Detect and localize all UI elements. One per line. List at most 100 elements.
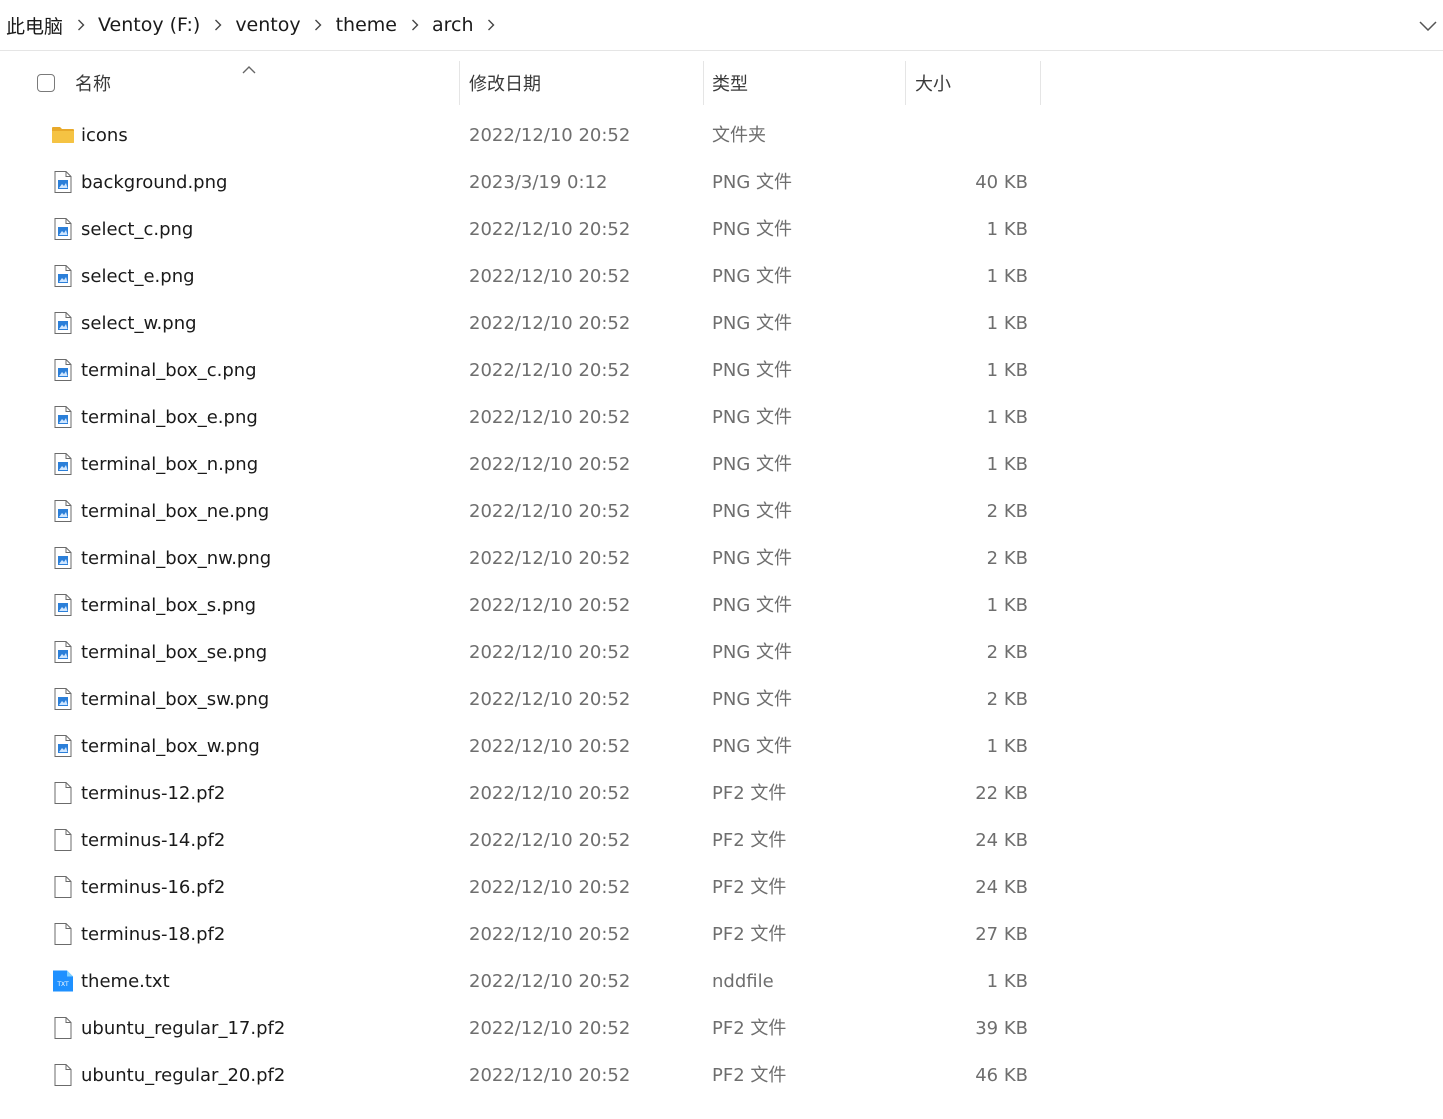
address-history-dropdown-button[interactable]: [1415, 12, 1441, 38]
file-name[interactable]: select_w.png: [81, 300, 197, 347]
file-name[interactable]: terminal_box_ne.png: [81, 488, 269, 535]
blank-file-icon: [51, 781, 75, 805]
file-name[interactable]: select_c.png: [81, 206, 193, 253]
file-row[interactable]: terminal_box_se.png 2022/12/10 20:52 PNG 文…: [0, 629, 1040, 676]
file-name[interactable]: ubuntu_regular_17.pf2: [81, 1005, 285, 1052]
file-size: 24 KB: [975, 830, 1028, 851]
file-modified-date: 2023/3/19 0:12: [469, 172, 608, 193]
column-header-type[interactable]: 类型: [712, 61, 905, 105]
file-size: 1 KB: [986, 454, 1028, 475]
breadcrumb-item-theme[interactable]: theme: [334, 14, 399, 36]
file-row[interactable]: background.png 2023/3/19 0:12 PNG 文件 40 KB: [0, 159, 1040, 206]
chevron-right-icon[interactable]: [65, 0, 96, 51]
file-row[interactable]: terminal_box_n.png 2022/12/10 20:52 PNG 文件…: [0, 441, 1040, 488]
chevron-right-icon[interactable]: [476, 0, 507, 51]
file-size: 1 KB: [986, 595, 1028, 616]
chevron-right-icon[interactable]: [303, 0, 334, 51]
file-modified-date: 2022/12/10 20:52: [469, 501, 631, 522]
breadcrumb: 此电脑 Ventoy (F:) ventoy theme arch: [0, 0, 507, 50]
column-divider[interactable]: [1040, 61, 1041, 105]
file-name[interactable]: icons: [81, 112, 128, 159]
chevron-right-icon[interactable]: [399, 0, 430, 51]
file-modified-date: 2022/12/10 20:52: [469, 736, 631, 757]
png-file-icon: [51, 546, 75, 570]
file-row[interactable]: terminus-18.pf2 2022/12/10 20:52 PF2 文件 27 …: [0, 911, 1040, 958]
file-type: PNG 文件: [712, 689, 792, 710]
blank-file-icon: [51, 828, 75, 852]
file-row[interactable]: select_w.png 2022/12/10 20:52 PNG 文件 1 KB: [0, 300, 1040, 347]
column-divider[interactable]: [459, 61, 460, 105]
file-name[interactable]: terminal_box_w.png: [81, 723, 260, 770]
file-name[interactable]: terminal_box_se.png: [81, 629, 267, 676]
file-row[interactable]: terminal_box_w.png 2022/12/10 20:52 PNG 文件…: [0, 723, 1040, 770]
png-file-icon: [51, 593, 75, 617]
file-row[interactable]: terminal_box_c.png 2022/12/10 20:52 PNG 文件…: [0, 347, 1040, 394]
png-file-icon: [51, 170, 75, 194]
chevron-down-icon: [1419, 16, 1437, 35]
file-modified-date: 2022/12/10 20:52: [469, 125, 631, 146]
file-name[interactable]: terminal_box_n.png: [81, 441, 258, 488]
file-modified-date: 2022/12/10 20:52: [469, 830, 631, 851]
file-name[interactable]: terminus-18.pf2: [81, 911, 225, 958]
column-header-date[interactable]: 修改日期: [469, 61, 703, 105]
file-row[interactable]: terminal_box_ne.png 2022/12/10 20:52 PNG 文…: [0, 488, 1040, 535]
file-row[interactable]: select_e.png 2022/12/10 20:52 PNG 文件 1 KB: [0, 253, 1040, 300]
file-type: PNG 文件: [712, 548, 792, 569]
file-row[interactable]: ubuntu_regular_17.pf2 2022/12/10 20:52 PF2…: [0, 1005, 1040, 1052]
file-type: PNG 文件: [712, 454, 792, 475]
file-row[interactable]: terminal_box_sw.png 2022/12/10 20:52 PNG 文…: [0, 676, 1040, 723]
file-type: PF2 文件: [712, 1065, 787, 1086]
file-size: 2 KB: [986, 642, 1028, 663]
column-header-name[interactable]: 名称: [75, 61, 459, 105]
file-row[interactable]: terminus-14.pf2 2022/12/10 20:52 PF2 文件 24 …: [0, 817, 1040, 864]
column-header-size[interactable]: 大小: [915, 61, 1040, 105]
chevron-right-icon[interactable]: [202, 0, 233, 51]
file-name[interactable]: terminal_box_nw.png: [81, 535, 271, 582]
breadcrumb-item-arch[interactable]: arch: [430, 14, 476, 36]
address-bar[interactable]: 此电脑 Ventoy (F:) ventoy theme arch: [0, 0, 1443, 51]
file-row[interactable]: select_c.png 2022/12/10 20:52 PNG 文件 1 KB: [0, 206, 1040, 253]
file-row[interactable]: terminal_box_nw.png 2022/12/10 20:52 PNG 文…: [0, 535, 1040, 582]
file-name[interactable]: terminal_box_s.png: [81, 582, 256, 629]
breadcrumb-item-this-pc[interactable]: 此电脑: [4, 12, 65, 39]
file-name[interactable]: select_e.png: [81, 253, 195, 300]
file-name[interactable]: terminal_box_c.png: [81, 347, 257, 394]
file-row[interactable]: TXT theme.txt 2022/12/10 20:52 nddfile 1 KB: [0, 958, 1040, 1005]
file-row[interactable]: terminal_box_e.png 2022/12/10 20:52 PNG 文件…: [0, 394, 1040, 441]
file-type: PNG 文件: [712, 642, 792, 663]
file-name[interactable]: ubuntu_regular_20.pf2: [81, 1052, 285, 1099]
folder-icon: [51, 123, 75, 147]
file-name[interactable]: terminal_box_sw.png: [81, 676, 269, 723]
txt-file-icon: TXT: [51, 969, 75, 993]
file-type: PNG 文件: [712, 501, 792, 522]
file-modified-date: 2022/12/10 20:52: [469, 313, 631, 334]
png-file-icon: [51, 405, 75, 429]
file-type: PF2 文件: [712, 830, 787, 851]
png-file-icon: [51, 687, 75, 711]
png-file-icon: [51, 358, 75, 382]
file-modified-date: 2022/12/10 20:52: [469, 407, 631, 428]
file-name[interactable]: terminus-14.pf2: [81, 817, 225, 864]
file-row[interactable]: terminus-12.pf2 2022/12/10 20:52 PF2 文件 22 …: [0, 770, 1040, 817]
file-type: PNG 文件: [712, 407, 792, 428]
column-header-size-label: 大小: [915, 74, 951, 95]
column-divider[interactable]: [905, 61, 906, 105]
breadcrumb-item-ventoy[interactable]: ventoy: [233, 14, 302, 36]
file-name[interactable]: background.png: [81, 159, 227, 206]
file-size: 2 KB: [986, 501, 1028, 522]
blank-file-icon: [51, 1063, 75, 1087]
breadcrumb-item-drive[interactable]: Ventoy (F:): [96, 14, 202, 36]
file-row[interactable]: ubuntu_regular_20.pf2 2022/12/10 20:52 PF2…: [0, 1052, 1040, 1099]
file-name[interactable]: terminus-16.pf2: [81, 864, 225, 911]
file-row[interactable]: terminal_box_s.png 2022/12/10 20:52 PNG 文件…: [0, 582, 1040, 629]
file-row[interactable]: terminus-16.pf2 2022/12/10 20:52 PF2 文件 24 …: [0, 864, 1040, 911]
file-modified-date: 2022/12/10 20:52: [469, 689, 631, 710]
file-name[interactable]: theme.txt: [81, 958, 170, 1005]
column-divider[interactable]: [703, 61, 704, 105]
select-all-checkbox[interactable]: [37, 74, 55, 92]
file-row[interactable]: icons 2022/12/10 20:52 文件夹: [0, 112, 1040, 159]
file-type: 文件夹: [712, 125, 766, 146]
file-list: icons 2022/12/10 20:52 文件夹 background.png 20…: [0, 112, 1443, 1099]
file-name[interactable]: terminus-12.pf2: [81, 770, 225, 817]
file-name[interactable]: terminal_box_e.png: [81, 394, 258, 441]
